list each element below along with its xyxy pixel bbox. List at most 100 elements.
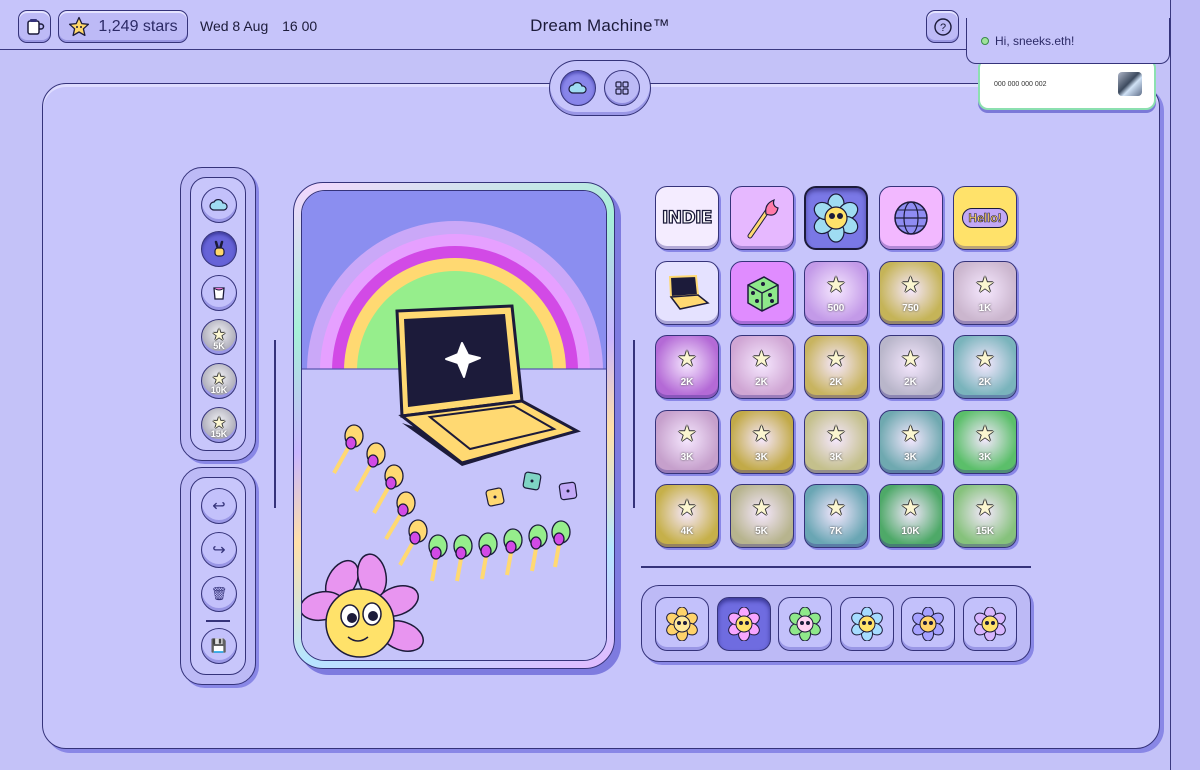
- star-icon: ★: [975, 420, 995, 446]
- sticker-level-label: 2K: [680, 377, 694, 388]
- grid-icon: [615, 81, 629, 95]
- sticker-tile-laptop[interactable]: [655, 260, 719, 325]
- sticker-tile-star[interactable]: ★ 3K: [729, 409, 794, 474]
- redo-button[interactable]: ↪: [201, 532, 237, 568]
- sticker-level-label: 5K: [755, 526, 768, 537]
- globe-icon: [893, 201, 928, 235]
- indie-label: INDIE: [661, 207, 713, 228]
- flower-icon: [850, 607, 883, 641]
- canvas-mode-button[interactable]: [560, 70, 596, 106]
- laptop-icon: [668, 274, 710, 310]
- save-button[interactable]: 💾: [201, 628, 237, 664]
- flower-style-button[interactable]: [778, 597, 832, 651]
- sticker-tile-star[interactable]: ★ 3K: [878, 409, 943, 474]
- star-icon: ★: [826, 346, 846, 371]
- star-icon: ★: [975, 495, 995, 520]
- cloud-icon: [209, 199, 228, 211]
- level-10k-button[interactable]: ★ 10K: [201, 363, 237, 399]
- peace-hand-icon: [214, 240, 225, 257]
- sticker-tile-match[interactable]: [729, 186, 794, 250]
- wallet-card[interactable]: 000 000 000 002: [978, 58, 1156, 110]
- sticker-tile-star[interactable]: ★ 2K: [655, 335, 719, 399]
- flower-tray: [641, 585, 1031, 662]
- star-icon: ★: [900, 420, 921, 446]
- undo-icon: ↩: [212, 498, 226, 515]
- star-icon: ★: [751, 346, 772, 371]
- level-label: 15K: [210, 429, 228, 439]
- wallet-card-number: 000 000 000 002: [994, 80, 1047, 88]
- flower-style-button[interactable]: [901, 597, 955, 651]
- flower-style-button[interactable]: [839, 597, 894, 651]
- delete-button[interactable]: 🗑: [201, 576, 237, 612]
- sticker-tile-star[interactable]: ★ 5K: [729, 484, 794, 548]
- flower-style-button[interactable]: [962, 597, 1017, 651]
- star-icon: ★: [900, 495, 921, 520]
- sticker-level-label: 1K: [978, 302, 992, 314]
- sticker-level-label: 3K: [904, 451, 917, 463]
- sticker-tile-star[interactable]: ★ 1K: [953, 260, 1017, 325]
- mode-switch: [549, 60, 651, 116]
- sticker-tile-star[interactable]: ★ 500: [804, 260, 868, 325]
- sticker-tile-star[interactable]: ★ 7K: [804, 484, 868, 548]
- sticker-tile-flower[interactable]: [804, 186, 868, 250]
- cloud-icon: [568, 82, 587, 94]
- history-palette: ↩ ↪ 🗑 💾: [180, 467, 256, 685]
- sticker-level-label: 3K: [978, 451, 992, 463]
- flower-icon: [789, 607, 821, 641]
- sticker-tile-star[interactable]: ★ 3K: [804, 409, 868, 474]
- star-icon: ★: [975, 271, 995, 297]
- sticker-level-label: 500: [827, 302, 845, 314]
- sticker-tile-star[interactable]: ★ 2K: [953, 335, 1017, 399]
- level-15k-button[interactable]: ★ 15K: [201, 407, 237, 443]
- level-label: 5K: [213, 341, 225, 351]
- sticker-level-label: 3K: [755, 451, 768, 463]
- sticker-tile-star[interactable]: ★ 3K: [953, 409, 1017, 474]
- star-icon: ★: [751, 420, 772, 446]
- flower-icon: [973, 607, 1006, 641]
- paint-tool-button[interactable]: [201, 275, 237, 311]
- sticker-tile-hello[interactable]: Hello!: [953, 186, 1017, 250]
- save-icon: 💾: [210, 638, 228, 653]
- tool-divider: [206, 620, 230, 622]
- cloud-tool-button[interactable]: [201, 187, 237, 223]
- star-icon: ★: [900, 271, 921, 297]
- sticker-tile-star[interactable]: ★ 2K: [729, 335, 794, 399]
- drawing-canvas[interactable]: [301, 190, 607, 661]
- sticker-level-label: 2K: [829, 377, 843, 388]
- sticker-tile-globe[interactable]: [878, 186, 943, 250]
- sticker-level-label: 750: [902, 302, 919, 314]
- sticker-level-label: 4K: [680, 526, 694, 537]
- hand-tool-button[interactable]: [201, 231, 237, 267]
- redo-icon: ↪: [212, 542, 226, 559]
- right-separator: [633, 340, 635, 508]
- flower-style-button[interactable]: [655, 597, 709, 651]
- match-icon: [747, 198, 779, 239]
- sticker-tile-dice[interactable]: [729, 260, 794, 325]
- sticker-tile-star[interactable]: ★ 4K: [655, 484, 719, 548]
- sticker-tile-star[interactable]: ★ 2K: [878, 335, 943, 399]
- tool-palette: ★ 5K ★ 10K ★ 15K: [180, 167, 256, 461]
- level-5k-button[interactable]: ★ 5K: [201, 319, 237, 355]
- wallet-popover[interactable]: Hi, sneeks.eth!: [966, 18, 1170, 64]
- help-button[interactable]: ?: [926, 10, 959, 43]
- sticker-tile-indie[interactable]: INDIE: [655, 186, 719, 250]
- sticker-tile-star[interactable]: ★ 750: [878, 260, 943, 325]
- undo-button[interactable]: ↩: [201, 488, 237, 524]
- star-icon: ★: [826, 495, 846, 520]
- star-icon: ★: [826, 420, 846, 446]
- sticker-tile-star[interactable]: ★ 15K: [953, 484, 1017, 548]
- trash-icon: 🗑: [210, 586, 228, 601]
- star-icon: ★: [677, 346, 697, 371]
- grid-mode-button[interactable]: [604, 70, 640, 106]
- star-icon: ★: [900, 346, 921, 371]
- sticker-level-label: 3K: [829, 451, 843, 463]
- left-separator: [274, 340, 276, 508]
- flower-style-button[interactable]: [716, 597, 771, 651]
- sticker-tile-star[interactable]: ★ 2K: [804, 335, 868, 399]
- star-icon: ★: [826, 271, 846, 297]
- canvas-frame: [293, 182, 615, 669]
- sticker-tile-star[interactable]: ★ 10K: [878, 484, 943, 548]
- canvas-artwork: [302, 221, 606, 660]
- sticker-level-label: 15K: [975, 526, 995, 537]
- sticker-tile-star[interactable]: ★ 3K: [655, 409, 719, 474]
